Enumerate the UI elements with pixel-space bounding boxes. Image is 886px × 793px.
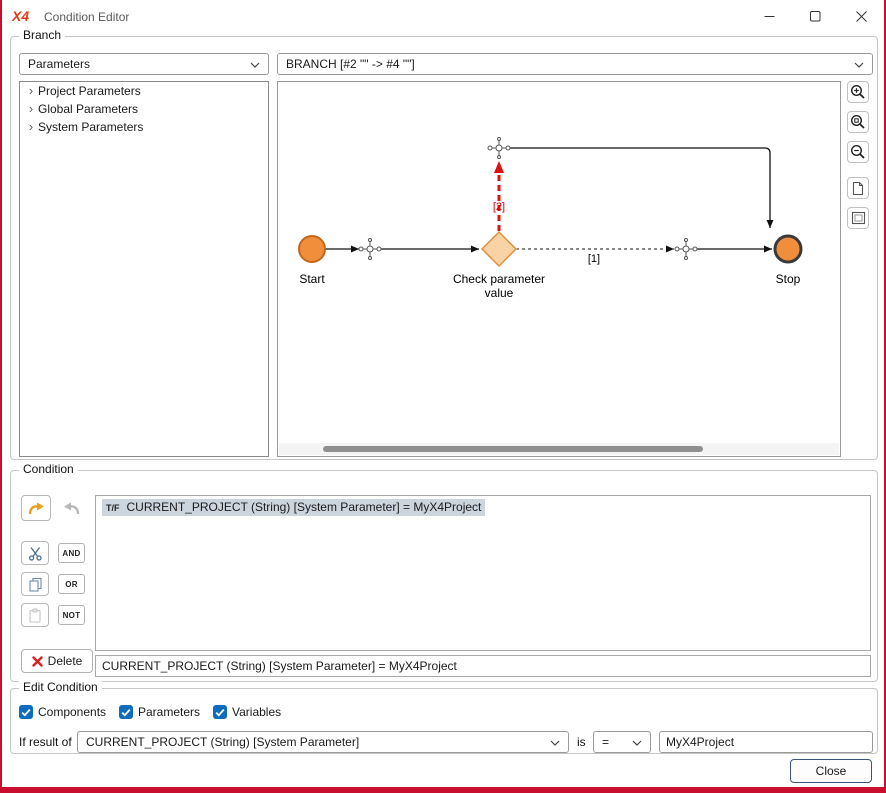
zoom-out-button[interactable] [847, 141, 869, 163]
condition-row-selected[interactable]: T/F CURRENT_PROJECT (String) [System Para… [102, 499, 864, 516]
operator-select-value: = [602, 735, 609, 749]
delete-x-icon [32, 656, 43, 667]
maximize-icon [810, 11, 821, 22]
is-label: is [577, 731, 586, 753]
parameters-checkbox-wrap[interactable]: Parameters [119, 705, 200, 719]
clipboard-icon [28, 608, 42, 623]
if-result-of-label: If result of [19, 731, 72, 753]
zoom-selection-button[interactable] [847, 111, 869, 133]
maximize-button[interactable] [792, 0, 838, 32]
parameter-category-select[interactable]: Parameters [19, 53, 269, 75]
stop-node[interactable] [775, 236, 801, 262]
revert-arrow-icon [63, 501, 81, 516]
close-icon [856, 11, 867, 22]
fit-page-icon [851, 181, 865, 196]
condition-group: Condition AND OR NOT Delete T/FCURRENT_P… [10, 470, 878, 682]
expression-preview: CURRENT_PROJECT (String) [System Paramet… [95, 655, 871, 677]
delete-button[interactable]: Delete [21, 649, 93, 673]
edge-1-label: [1] [574, 253, 614, 265]
branch-group: Branch Parameters › Project Parameters ›… [10, 36, 878, 460]
scrollbar-thumb[interactable] [323, 446, 703, 452]
chevron-down-icon [632, 740, 642, 746]
chevron-right-icon: › [24, 102, 38, 116]
workflow-diagram [278, 82, 840, 442]
start-node[interactable] [299, 236, 325, 262]
chevron-right-icon: › [24, 84, 38, 98]
fit-page-button[interactable] [847, 177, 869, 199]
components-checkbox-label: Components [38, 705, 106, 719]
canvas-horizontal-scrollbar[interactable] [279, 443, 839, 455]
apply-arrow-icon [27, 501, 45, 516]
decision-node-label: Check parameter value [439, 272, 559, 300]
comparison-value-input[interactable] [659, 731, 873, 753]
parameter-tree: › Project Parameters › Global Parameters… [19, 81, 269, 457]
window-title: Condition Editor [44, 10, 129, 24]
variables-checkbox-wrap[interactable]: Variables [213, 705, 281, 719]
operator-select[interactable]: = [593, 731, 651, 753]
workflow-canvas[interactable]: Start Check parameter value Stop [1] [2] [277, 81, 841, 457]
expression-text: CURRENT_PROJECT (String) [System Paramet… [102, 659, 457, 673]
condition-group-label: Condition [19, 462, 78, 476]
parameters-checkbox-label: Parameters [138, 705, 200, 719]
branch-select-value: BRANCH [#2 "" -> #4 ""] [286, 57, 415, 71]
tree-item-global-parameters[interactable]: › Global Parameters [20, 100, 268, 118]
copy-button[interactable] [21, 572, 49, 596]
paste-button[interactable] [21, 603, 49, 627]
or-button[interactable]: OR [58, 574, 85, 594]
titlebar: X4 Condition Editor [2, 0, 884, 32]
branch-select[interactable]: BRANCH [#2 "" -> #4 ""] [277, 53, 873, 75]
true-false-badge: T/F [106, 503, 120, 513]
revert-condition-button[interactable] [57, 495, 87, 521]
parameters-checkbox[interactable] [119, 705, 133, 719]
chevron-down-icon [250, 62, 260, 68]
stop-node-label: Stop [758, 272, 818, 286]
delete-label: Delete [48, 654, 83, 668]
tree-item-system-parameters[interactable]: › System Parameters [20, 118, 268, 136]
connector-node[interactable] [359, 239, 381, 260]
condition-row-text: CURRENT_PROJECT (String) [System Paramet… [127, 500, 482, 514]
decision-node[interactable] [482, 232, 516, 266]
components-checkbox-wrap[interactable]: Components [19, 705, 106, 719]
branch-group-label: Branch [19, 28, 65, 42]
minimize-icon [764, 11, 775, 22]
copy-icon [28, 577, 43, 592]
variables-checkbox-label: Variables [232, 705, 281, 719]
not-button[interactable]: NOT [58, 605, 85, 625]
edit-condition-group: Edit Condition Components Parameters Var… [10, 688, 878, 754]
chevron-down-icon [854, 62, 864, 68]
fit-window-icon [851, 211, 866, 225]
chevron-down-icon [550, 740, 560, 746]
minimize-button[interactable] [746, 0, 792, 32]
tree-item-label: Project Parameters [38, 84, 141, 98]
close-button[interactable]: Close [790, 759, 872, 783]
connector-node[interactable] [675, 239, 697, 260]
tree-item-label: Global Parameters [38, 102, 138, 116]
variables-checkbox[interactable] [213, 705, 227, 719]
edge-top-to-stop[interactable] [508, 148, 770, 228]
zoom-in-button[interactable] [847, 81, 869, 103]
parameter-category-value: Parameters [28, 57, 90, 71]
operand-select[interactable]: CURRENT_PROJECT (String) [System Paramet… [77, 731, 569, 753]
start-node-label: Start [282, 272, 342, 286]
edge-2-label: [2] [479, 201, 519, 213]
scissors-icon [28, 546, 43, 561]
close-window-button[interactable] [838, 0, 884, 32]
zoom-in-icon [850, 84, 866, 100]
condition-list[interactable]: T/F CURRENT_PROJECT (String) [System Para… [95, 495, 871, 651]
zoom-selection-icon [850, 114, 866, 130]
edit-condition-group-label: Edit Condition [19, 680, 102, 694]
and-button[interactable]: AND [58, 543, 85, 563]
chevron-right-icon: › [24, 120, 38, 134]
x4-logo: X4 [12, 8, 29, 24]
condition-editor-window: X4 Condition Editor Branch Parameters › [0, 0, 886, 793]
cut-button[interactable] [21, 541, 49, 565]
fit-window-button[interactable] [847, 207, 869, 229]
connector-node[interactable] [488, 138, 510, 159]
operand-select-value: CURRENT_PROJECT (String) [System Paramet… [86, 735, 359, 749]
apply-condition-button[interactable] [21, 495, 51, 521]
tree-item-project-parameters[interactable]: › Project Parameters [20, 82, 268, 100]
tree-item-label: System Parameters [38, 120, 143, 134]
zoom-out-icon [850, 144, 866, 160]
components-checkbox[interactable] [19, 705, 33, 719]
